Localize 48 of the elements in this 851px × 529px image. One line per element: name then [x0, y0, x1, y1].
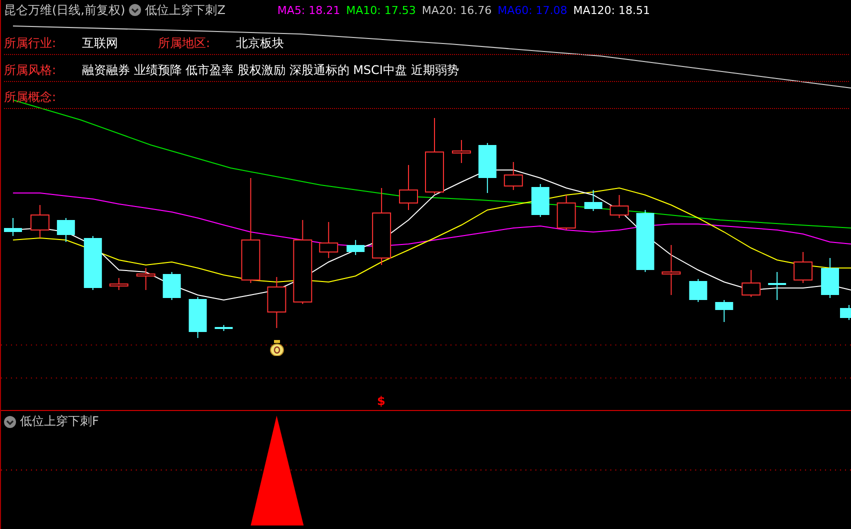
candlestick — [556, 194, 576, 230]
moving-average-label: MA120: 18.51 — [573, 4, 650, 16]
candlestick — [768, 272, 786, 300]
info-label: 所属风格: — [4, 62, 58, 78]
candlestick — [109, 278, 128, 290]
info-label: 所属地区: — [158, 34, 212, 52]
candlestick — [214, 324, 233, 332]
indicator-name[interactable]: 低位上穿下刺F — [20, 413, 99, 430]
candlestick — [584, 190, 602, 212]
info-value: 融资融券 业绩预降 低市盈率 股权激励 深股通标的 MSCI中盘 近期弱势 — [82, 62, 459, 78]
candlestick — [840, 304, 851, 320]
candlestick — [319, 222, 338, 258]
candlestick — [399, 164, 418, 210]
candlestick — [531, 184, 550, 218]
money-bag-icon — [270, 340, 284, 356]
candlestick — [742, 270, 761, 298]
sell-signal-mark: $ — [377, 394, 386, 408]
candlestick — [821, 258, 840, 298]
moving-average-label: MA10: 17.53 — [346, 4, 416, 16]
candlestick — [689, 278, 708, 302]
candlestick — [84, 236, 102, 290]
candlestick — [267, 276, 286, 328]
candlestick — [30, 204, 50, 238]
candlestick — [162, 272, 181, 300]
candlestick — [136, 268, 156, 290]
moving-average-label: MA20: 16.76 — [422, 4, 492, 16]
chevron-down-icon[interactable] — [129, 4, 142, 16]
indicator-name[interactable]: 低位上穿下刺Z — [145, 2, 226, 18]
info-value: 互联网 — [82, 34, 118, 52]
candlestick — [662, 244, 681, 296]
info-label: 所属行业: — [4, 34, 58, 52]
candlestick — [715, 300, 734, 322]
candlestick — [794, 252, 813, 284]
candlestick — [56, 218, 75, 242]
candlestick — [188, 296, 207, 338]
moving-average-label: MA5: 18.21 — [277, 4, 340, 16]
moving-average-label: MA60: 17.08 — [498, 4, 568, 16]
candlestick — [346, 240, 365, 256]
chevron-down-icon[interactable] — [4, 416, 16, 428]
candlestick — [452, 140, 471, 164]
info-label: 所属概念: — [4, 88, 58, 106]
candlestick — [478, 142, 496, 194]
info-value: 北京板块 — [236, 34, 284, 52]
stock-title: 昆仑万维(日线,前复权) — [4, 2, 126, 18]
candlestick — [610, 194, 629, 218]
candlestick — [636, 210, 654, 272]
candlestick — [4, 218, 22, 236]
candlestick — [504, 162, 523, 190]
